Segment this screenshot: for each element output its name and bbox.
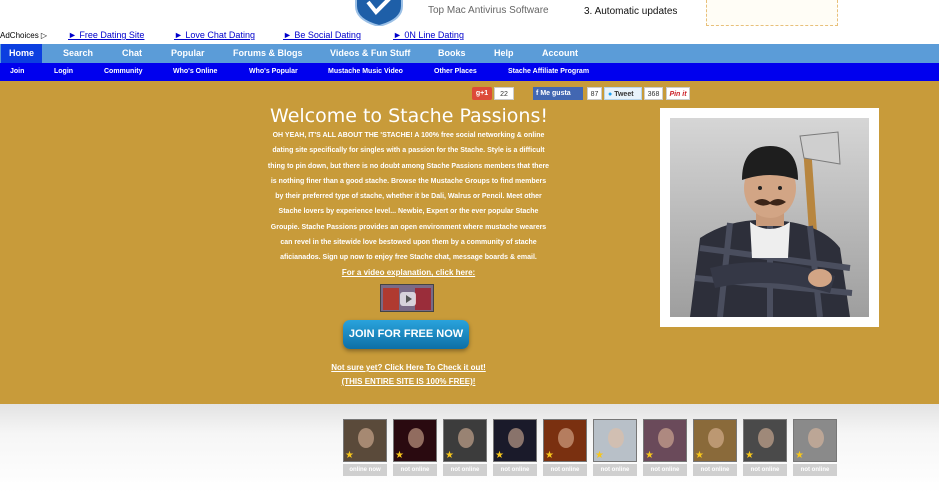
member-card[interactable]: ★ not online [743,419,787,476]
join-free-button[interactable]: JOIN FOR FREE NOW [343,320,469,349]
member-card[interactable]: ★ not online [643,419,687,476]
subnav-join[interactable]: Join [10,63,24,81]
tweet-label: Tweet [614,91,634,98]
member-avatar[interactable]: ★ [643,419,687,462]
google-plus-button[interactable]: g+1 [472,87,492,100]
member-status: not online [543,464,587,476]
member-card[interactable]: ★ not online [493,419,537,476]
subnav-mustache-music-video[interactable]: Mustache Music Video [328,63,403,81]
ad-panel [706,0,838,26]
ad-link-online-dating[interactable]: ► 0N Line Dating [393,30,464,40]
member-avatar[interactable]: ★ [343,419,387,462]
ad-feature-text: 3. Automatic updates [584,6,678,17]
member-avatar[interactable]: ★ [743,419,787,462]
member-card[interactable]: ★ not online [443,419,487,476]
check-it-out-link[interactable]: Not sure yet? Click Here To Check it out… [266,363,551,372]
nav-videos-fun[interactable]: Videos & Fun Stuff [330,44,410,63]
star-icon: ★ [645,450,654,461]
nav-chat[interactable]: Chat [122,44,142,63]
page-title: Welcome to Stache Passions! [270,105,548,127]
star-icon: ★ [495,450,504,461]
pinterest-pin-button[interactable]: Pin it [666,87,690,100]
member-status: not online [493,464,537,476]
man-with-axe-illustration [690,131,853,317]
nav-account[interactable]: Account [542,44,578,63]
subnav-community[interactable]: Community [104,63,143,81]
lumberjack-mustache-photo [670,118,869,317]
member-status: not online [393,464,437,476]
facebook-like-label: Me gusta [540,90,571,97]
star-icon: ★ [695,450,704,461]
star-icon: ★ [595,450,604,461]
member-status: not online [743,464,787,476]
play-icon [400,292,416,306]
tweet-button[interactable]: ● Tweet [604,87,642,100]
member-avatar[interactable]: ★ [493,419,537,462]
tweet-count: 368 [644,87,663,100]
top-ad-banner[interactable]: Top Mac Antivirus Software 3. Automatic … [0,0,939,28]
subnav-whos-popular[interactable]: Who's Popular [249,63,298,81]
nav-search[interactable]: Search [63,44,93,63]
member-card[interactable]: ★ online now [343,419,387,476]
member-status: not online [643,464,687,476]
member-card[interactable]: ★ not online [693,419,737,476]
member-status: not online [593,464,637,476]
star-icon: ★ [345,450,354,461]
member-avatar[interactable]: ★ [393,419,437,462]
nav-home[interactable]: Home [1,44,43,63]
star-icon: ★ [395,450,404,461]
primary-nav: Home Search Chat Popular Forums & Blogs … [0,44,939,63]
member-status: not online [443,464,487,476]
member-avatar[interactable]: ★ [543,419,587,462]
member-card[interactable]: ★ not online [393,419,437,476]
nav-books[interactable]: Books [438,44,466,63]
nav-forums-blogs[interactable]: Forums & Blogs [233,44,303,63]
ad-link-love-chat[interactable]: ► Love Chat Dating [174,30,255,40]
member-avatar[interactable]: ★ [593,419,637,462]
member-status: not online [793,464,837,476]
member-card[interactable]: ★ not online [593,419,637,476]
google-plus-count: 22 [494,87,514,100]
site-free-link[interactable]: (THIS ENTIRE SITE IS 100% FREE)! [266,377,551,386]
adchoices-label[interactable]: AdChoices ▷ [0,31,47,40]
antivirus-shield-icon [355,0,403,26]
subnav-login[interactable]: Login [54,63,73,81]
ad-link-be-social[interactable]: ► Be Social Dating [283,30,361,40]
subnav-other-places[interactable]: Other Places [434,63,477,81]
video-thumbnail[interactable] [380,284,434,312]
secondary-nav: Join Login Community Who's Online Who's … [0,63,939,81]
star-icon: ★ [445,450,454,461]
subnav-whos-online[interactable]: Who's Online [173,63,217,81]
nav-popular[interactable]: Popular [171,44,205,63]
video-explanation-link[interactable]: For a video explanation, click here: [266,268,551,277]
facebook-like-count: 87 [587,87,602,100]
star-icon: ★ [745,450,754,461]
member-avatar[interactable]: ★ [693,419,737,462]
ad-text: Top Mac Antivirus Software [428,5,549,16]
nav-help[interactable]: Help [494,44,514,63]
member-avatar[interactable]: ★ [793,419,837,462]
facebook-icon: f [536,90,539,97]
twitter-bird-icon: ● [608,91,613,98]
member-status: online now [343,464,387,476]
hero-photo-frame [660,108,879,327]
ad-link-free-dating[interactable]: ► Free Dating Site [68,30,144,40]
facebook-like-button[interactable]: f Me gusta [533,87,583,100]
star-icon: ★ [795,450,804,461]
member-avatar[interactable]: ★ [443,419,487,462]
member-status: not online [693,464,737,476]
member-card[interactable]: ★ not online [543,419,587,476]
intro-text: OH YEAH, IT'S ALL ABOUT THE 'STACHE! A 1… [267,132,550,262]
star-icon: ★ [545,450,554,461]
page: Top Mac Antivirus Software 3. Automatic … [0,0,939,493]
ad-links-bar: AdChoices ▷ ► Free Dating Site ► Love Ch… [0,29,939,43]
subnav-affiliate-program[interactable]: Stache Affiliate Program [508,63,589,81]
member-card[interactable]: ★ not online [793,419,837,476]
